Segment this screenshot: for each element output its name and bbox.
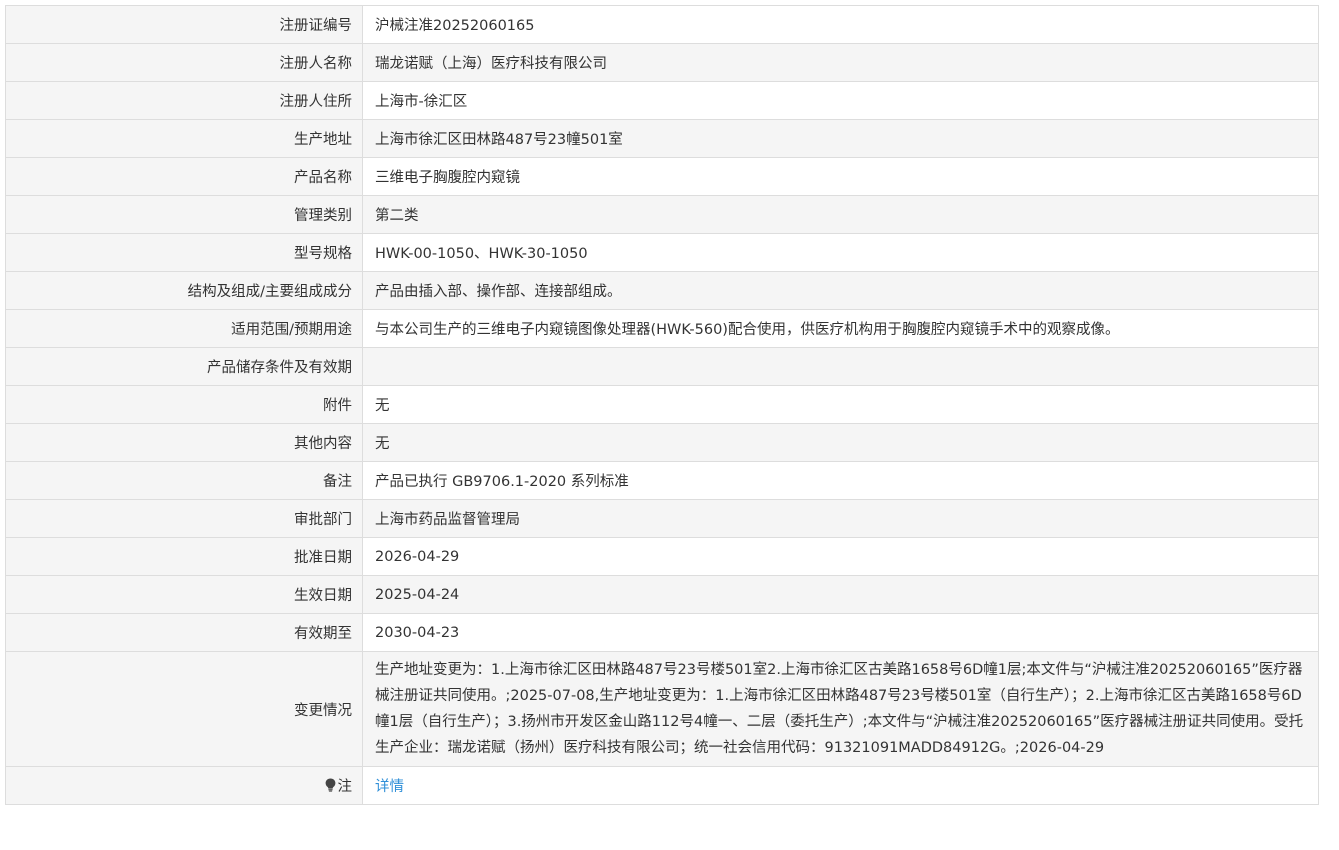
field-label: 有效期至 — [5, 613, 363, 652]
lightbulb-icon — [325, 778, 335, 792]
field-label: 型号规格 — [5, 233, 363, 272]
field-label: 审批部门 — [5, 499, 363, 538]
field-value: 2026-04-29 — [362, 537, 1319, 576]
row-product-name: 产品名称 三维电子胸腹腔内窥镜 — [5, 157, 1319, 196]
field-value: HWK-00-1050、HWK-30-1050 — [362, 233, 1319, 272]
field-label: 其他内容 — [5, 423, 363, 462]
field-value: 与本公司生产的三维电子内窥镜图像处理器(HWK-560)配合使用，供医疗机构用于… — [362, 309, 1319, 348]
row-structure-composition: 结构及组成/主要组成成分 产品由插入部、操作部、连接部组成。 — [5, 271, 1319, 310]
field-value: 无 — [362, 385, 1319, 424]
field-label: 批准日期 — [5, 537, 363, 576]
row-note: 注 详情 — [5, 766, 1319, 805]
field-label: 管理类别 — [5, 195, 363, 234]
registration-detail-panel: 注册证编号 沪械注准20252060165 注册人名称 瑞龙诺赋（上海）医疗科技… — [5, 5, 1319, 805]
field-value: 上海市-徐汇区 — [362, 81, 1319, 120]
field-value: 上海市药品监督管理局 — [362, 499, 1319, 538]
row-change-history: 变更情况 生产地址变更为：1.上海市徐汇区田林路487号23号楼501室2.上海… — [5, 651, 1319, 767]
note-label: 注 — [325, 775, 353, 796]
row-other-content: 其他内容 无 — [5, 423, 1319, 462]
field-label: 产品储存条件及有效期 — [5, 347, 363, 386]
row-remarks: 备注 产品已执行 GB9706.1-2020 系列标准 — [5, 461, 1319, 500]
field-label: 附件 — [5, 385, 363, 424]
row-management-category: 管理类别 第二类 — [5, 195, 1319, 234]
field-label: 适用范围/预期用途 — [5, 309, 363, 348]
field-value: 无 — [362, 423, 1319, 462]
field-value: 沪械注准20252060165 — [362, 5, 1319, 44]
row-attachments: 附件 无 — [5, 385, 1319, 424]
field-value: 2025-04-24 — [362, 575, 1319, 614]
field-label: 备注 — [5, 461, 363, 500]
field-value: 三维电子胸腹腔内窥镜 — [362, 157, 1319, 196]
note-label-text: 注 — [337, 778, 353, 795]
note-label-cell: 注 — [5, 766, 363, 805]
field-label: 注册证编号 — [5, 5, 363, 44]
row-registrant-address: 注册人住所 上海市-徐汇区 — [5, 81, 1319, 120]
row-registrant-name: 注册人名称 瑞龙诺赋（上海）医疗科技有限公司 — [5, 43, 1319, 82]
field-label: 变更情况 — [5, 651, 363, 767]
row-storage-conditions: 产品储存条件及有效期 — [5, 347, 1319, 386]
row-expiry-date: 有效期至 2030-04-23 — [5, 613, 1319, 652]
row-approval-date: 批准日期 2026-04-29 — [5, 537, 1319, 576]
field-value: 2030-04-23 — [362, 613, 1319, 652]
field-value: 上海市徐汇区田林路487号23幢501室 — [362, 119, 1319, 158]
field-value: 生产地址变更为：1.上海市徐汇区田林路487号23号楼501室2.上海市徐汇区古… — [362, 651, 1319, 767]
field-label: 注册人住所 — [5, 81, 363, 120]
row-intended-use: 适用范围/预期用途 与本公司生产的三维电子内窥镜图像处理器(HWK-560)配合… — [5, 309, 1319, 348]
field-label: 产品名称 — [5, 157, 363, 196]
field-value: 第二类 — [362, 195, 1319, 234]
field-label: 生效日期 — [5, 575, 363, 614]
field-value: 产品已执行 GB9706.1-2020 系列标准 — [362, 461, 1319, 500]
details-link[interactable]: 详情 — [375, 779, 404, 795]
row-effective-date: 生效日期 2025-04-24 — [5, 575, 1319, 614]
note-value-cell: 详情 — [362, 766, 1319, 805]
field-value: 产品由插入部、操作部、连接部组成。 — [362, 271, 1319, 310]
registration-detail-table: 注册证编号 沪械注准20252060165 注册人名称 瑞龙诺赋（上海）医疗科技… — [5, 5, 1319, 805]
field-value: 瑞龙诺赋（上海）医疗科技有限公司 — [362, 43, 1319, 82]
row-production-address: 生产地址 上海市徐汇区田林路487号23幢501室 — [5, 119, 1319, 158]
row-registration-number: 注册证编号 沪械注准20252060165 — [5, 5, 1319, 44]
field-label: 结构及组成/主要组成成分 — [5, 271, 363, 310]
field-label: 生产地址 — [5, 119, 363, 158]
row-approval-department: 审批部门 上海市药品监督管理局 — [5, 499, 1319, 538]
page-scrollbar[interactable] — [1321, 0, 1339, 850]
field-label: 注册人名称 — [5, 43, 363, 82]
row-model-spec: 型号规格 HWK-00-1050、HWK-30-1050 — [5, 233, 1319, 272]
field-value — [362, 347, 1319, 386]
